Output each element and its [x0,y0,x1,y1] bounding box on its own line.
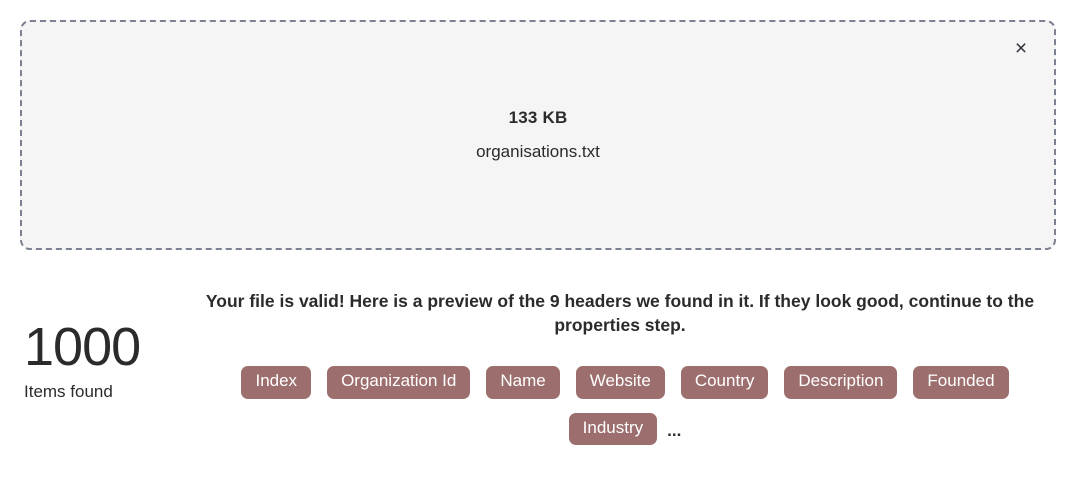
header-chip[interactable]: Name [486,366,560,399]
items-found-block: 1000 Items found [24,320,224,402]
file-name-label: organisations.txt [476,142,600,161]
header-chip[interactable]: Description [784,366,898,399]
file-dropzone[interactable]: × 133 KB organisations.txt [20,20,1056,250]
header-chip[interactable]: Industry [568,412,658,446]
file-size-label: 133 KB [508,108,568,127]
header-chip[interactable]: Country [680,366,769,399]
validation-headline: Your file is valid! Here is a preview of… [205,291,1035,335]
header-chip[interactable]: Website [575,366,665,399]
header-overflow-indicator: ... [667,421,682,441]
items-found-count: 1000 [24,317,141,377]
preview-section: Your file is valid! Here is a preview of… [0,250,1080,500]
items-found-label: Items found [24,382,113,401]
dropzone-file-info: 133 KB organisations.txt [22,22,1054,248]
header-chip[interactable]: Organization Id [327,366,471,399]
header-chip-list: Index Organization Id Name Website Count… [240,366,1010,446]
header-chip[interactable]: Founded [913,366,1009,399]
header-chip[interactable]: Index [241,366,312,399]
